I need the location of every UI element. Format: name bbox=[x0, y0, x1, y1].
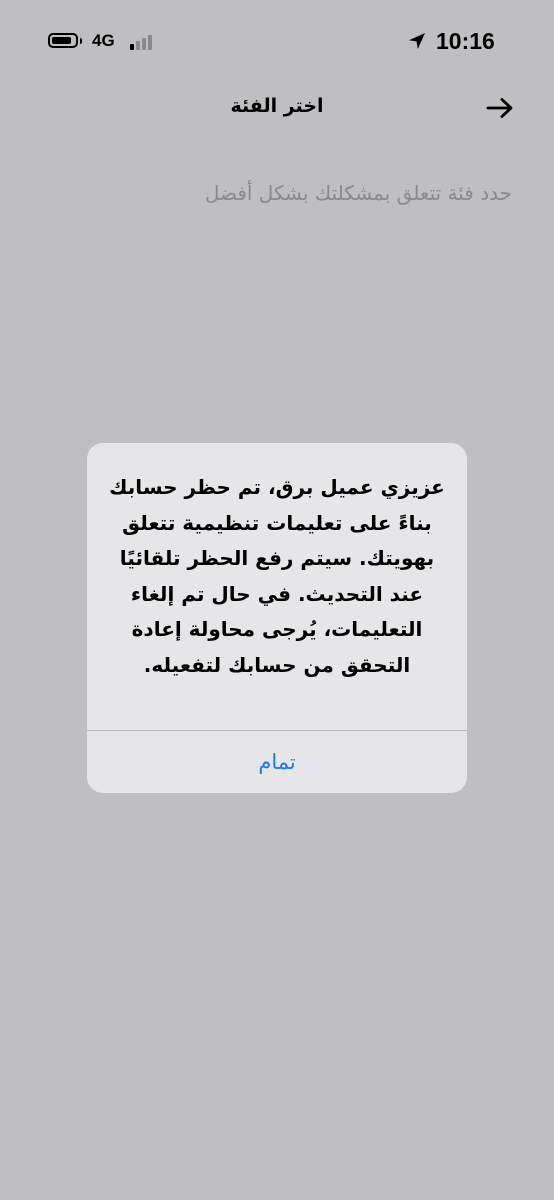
back-button[interactable] bbox=[478, 88, 522, 128]
network-type-label: 4G bbox=[92, 31, 115, 50]
signal-bar bbox=[148, 35, 152, 50]
alert-dialog: عزيزي عميل برق، تم حظر حسابك بناءً على ت… bbox=[87, 443, 467, 793]
signal-bar bbox=[130, 44, 134, 50]
signal-strength-icon bbox=[130, 34, 160, 50]
battery-level-fill bbox=[52, 37, 71, 44]
ok-button[interactable]: تمام bbox=[87, 731, 467, 793]
signal-bar bbox=[142, 38, 146, 50]
location-arrow-icon bbox=[409, 33, 425, 49]
signal-bar bbox=[136, 41, 140, 50]
battery-cap bbox=[80, 38, 82, 44]
status-time: 10:16 bbox=[436, 28, 495, 54]
battery-icon bbox=[48, 33, 78, 48]
status-bar: 4G 10:16 bbox=[0, 0, 554, 84]
page-title: اختر الفئة bbox=[230, 95, 324, 117]
alert-message: عزيزي عميل برق، تم حظر حسابك بناءً على ت… bbox=[109, 475, 445, 677]
arrow-right-icon bbox=[486, 98, 513, 118]
category-hint-text: حدد فئة تتعلق بمشكلتك بشكل أفضل bbox=[204, 181, 512, 205]
